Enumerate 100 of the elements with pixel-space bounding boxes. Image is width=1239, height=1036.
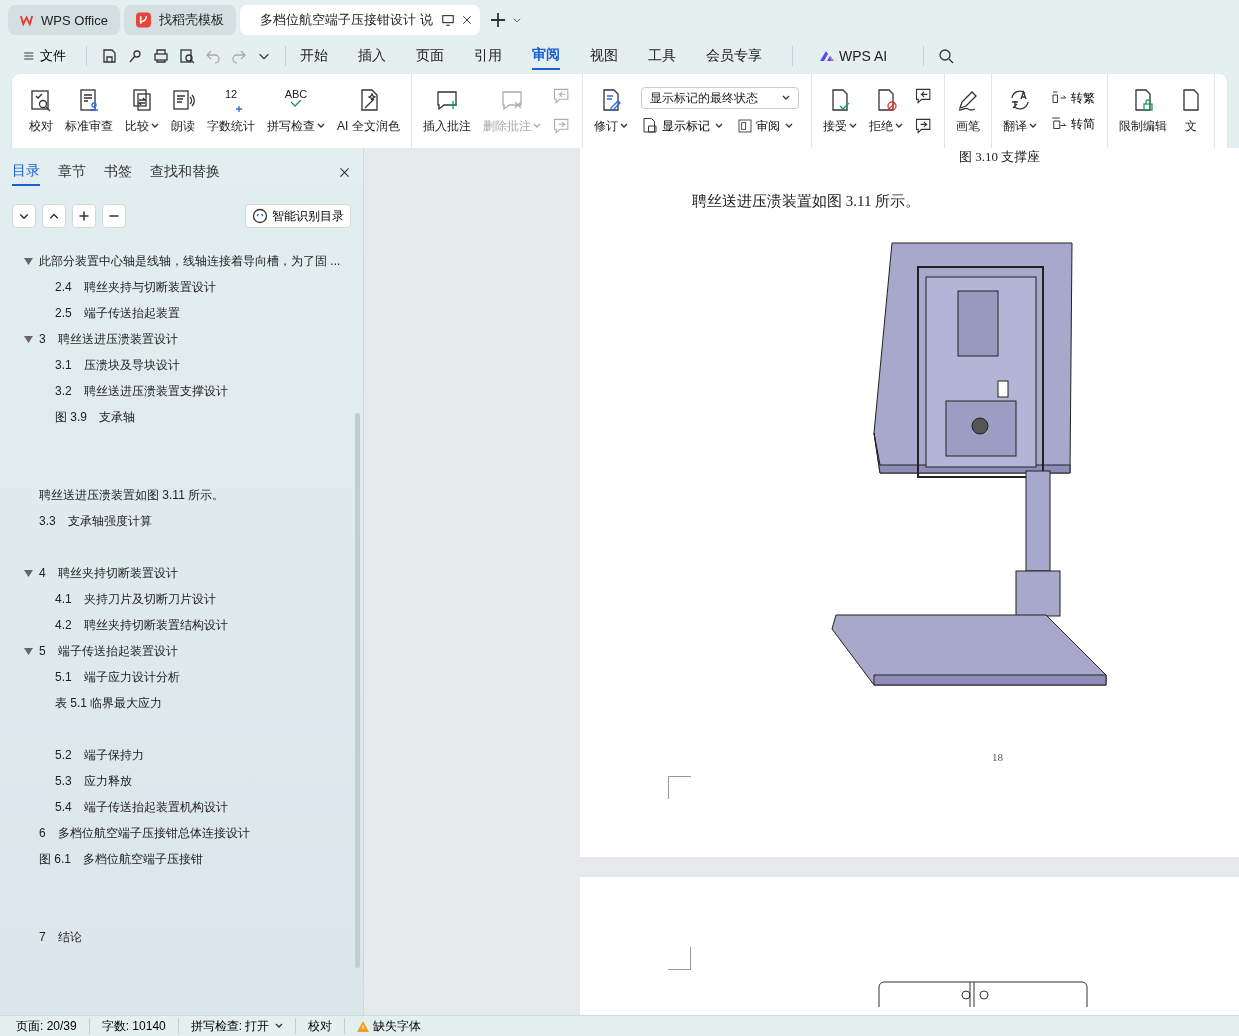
chevron-down-icon [512,15,522,25]
ribbon-button[interactable]: 拒绝 [863,83,908,139]
ribbon-button[interactable]: 转繁 [1049,89,1095,107]
toc-entry[interactable]: 5.2 端子保持力 [55,716,144,768]
expand-button[interactable] [42,204,66,228]
monitor-icon [440,13,455,27]
app-logo-icon [20,13,34,27]
ribbon-tab[interactable]: 引用 [474,43,502,69]
toc-entry[interactable]: 4 聘丝夹持切断装置设计 [39,534,178,586]
caret-icon [151,123,159,129]
stamp-document-icon [77,87,101,112]
caret-icon [317,123,325,129]
status-item[interactable]: 缺失字体 [357,1017,434,1035]
sidebar-tab[interactable]: 查找和替换 [150,163,220,185]
caret-icon [714,123,723,129]
toc-entry[interactable]: 7 结论 [39,872,82,950]
print-icon [153,48,169,64]
document-tab[interactable]: WPS Office [8,5,120,35]
ribbon-button[interactable]: 修订 [588,83,633,139]
ribbon-tab[interactable]: 会员专享 [706,43,762,69]
caret-icon [784,123,793,129]
ribbon-button[interactable]: 转简 [1049,115,1095,133]
ribbon-button[interactable]: 翻译 [997,83,1042,139]
markup-icon [640,117,659,135]
ribbon-button[interactable]: 审阅 [736,117,793,135]
ribbon-button[interactable]: 比较 [120,83,164,139]
markup-view-dropdown[interactable]: 显示标记的最终状态 [640,87,799,109]
toc-entry[interactable]: 6 多档位航空端子压接钳总体连接设计 [39,820,250,846]
document-tab[interactable]: 找稻壳模板 [124,5,236,35]
search-icon [938,48,955,64]
toc-entry[interactable]: 图 6.1 多档位航空端子压接钳 [39,846,203,872]
warning-icon [357,1020,370,1032]
ribbon-button[interactable]: 画笔 [950,83,985,139]
toc-entry[interactable]: 3.3 支承轴强度计算 [39,508,152,534]
toc-entry[interactable]: 图 3.9 支承轴 [55,404,135,430]
sidebar-tab[interactable]: 章节 [58,163,86,185]
toc-entry[interactable]: 2.4 聘丝夹持与切断装置设计 [55,274,216,300]
crop-mark [668,776,691,799]
caret-icon [848,123,857,129]
toc-entry[interactable]: 4.2 聘丝夹持切断装置结构设计 [55,612,228,638]
compare-icon [130,87,154,112]
page-number: 18 [992,751,1003,763]
status-item[interactable]: 拼写检查: 打开 [190,1017,297,1035]
ribbon-tab[interactable]: 页面 [416,43,444,69]
figure-caption: 图 3.10 支撑座 [958,148,1041,166]
crop-mark [668,947,691,971]
toc-entry[interactable]: 3.2 聘丝送进压溃装置支撑设计 [55,378,228,404]
wps-ai-button[interactable]: WPS AI [819,44,888,68]
ribbon-button[interactable]: 插入批注 [417,83,476,139]
toc-entry[interactable]: 5 端子传送抬起装置设计 [39,638,178,664]
close-icon [338,166,351,179]
toc-entry[interactable]: 4.1 夹持刀片及切断刀片设计 [55,586,216,612]
toc-entry[interactable]: 5.3 应力释放 [55,768,132,794]
close-icon [460,14,473,26]
toc-entry[interactable]: 3 聘丝送进压溃装置设计 [39,326,178,352]
ribbon-button[interactable]: 限制编辑 [1113,83,1172,139]
ribbon-tab[interactable]: 开始 [300,43,328,69]
toc-entry[interactable]: 聘丝送进压溃装置如图 3.11 所示。 [39,430,225,508]
ribbon-button[interactable]: 校对 [24,83,58,139]
ribbon-button[interactable]: 朗读 [166,83,200,139]
ai-logo-icon [819,50,835,62]
template-logo-icon [136,12,151,28]
ribbon-button[interactable]: 标准审查 [60,83,118,139]
ribbon-tab[interactable]: 插入 [358,43,386,69]
ribbon-button[interactable]: 12 字数统计 [202,83,260,139]
toc-entry[interactable]: 2.5 端子传送抬起装置 [55,300,180,326]
scrollbar[interactable] [355,413,360,968]
ribbon-tab[interactable]: 审阅 [532,42,560,70]
sidebar-tab[interactable]: 书签 [104,163,132,185]
caret-icon [619,123,628,129]
print-preview-icon [179,48,195,64]
caret-icon [894,123,903,129]
ribbon-button[interactable]: ABC 拼写检查 [262,83,330,139]
ribbon-tab[interactable]: 视图 [590,43,618,69]
menu-icon [22,49,34,63]
toc-entry[interactable]: 表 5.1 临界最大应力 [55,690,163,716]
status-item[interactable]: 字数: 10140 [101,1017,179,1035]
status-item[interactable]: 校对 [308,1017,346,1035]
ribbon-button[interactable]: AI 全文润色 [332,83,405,139]
status-item[interactable]: 页面: 20/39 [16,1017,90,1035]
add-button[interactable] [72,204,96,228]
toc-entry[interactable]: 3.1 压溃块及导块设计 [55,352,180,378]
ribbon-tab[interactable]: 工具 [648,43,676,69]
save-icon [101,48,117,64]
ribbon-button[interactable]: 显示标记 [640,117,723,135]
caret-icon [1028,123,1037,129]
file-menu[interactable]: 文件 [16,46,72,66]
document-tab[interactable]: 多档位航空端子压接钳设计 说 [240,5,480,35]
review-pane-icon [736,118,753,134]
undo-icon [205,48,221,64]
smart-toc-button[interactable]: 智能识别目录 [245,204,351,228]
toc-entry[interactable]: 5.1 端子应力设计分析 [55,664,180,690]
collapse-button[interactable] [12,204,36,228]
toc-entry[interactable]: 此部分装置中心轴是线轴，线轴连接着导向槽，为了固 ... [39,248,341,274]
toc-entry[interactable]: 5.4 端子传送抬起装置机构设计 [55,794,228,820]
ribbon-button[interactable]: 文 [1173,83,1208,139]
magnifier-document-icon [29,87,53,112]
remove-button[interactable] [102,204,126,228]
ribbon-button[interactable]: 接受 [817,83,862,139]
sidebar-tab[interactable]: 目录 [12,162,40,186]
